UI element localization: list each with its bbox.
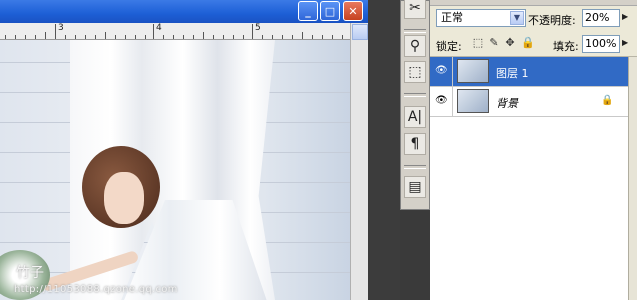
chevron-down-icon[interactable]: ▼ <box>510 11 524 25</box>
lock-transparent-icon[interactable]: ⬚ <box>472 37 484 49</box>
workspace-gap <box>368 0 400 300</box>
opacity-label: 不透明度: <box>528 14 576 27</box>
watermark-name: 竹子 <box>16 265 44 281</box>
layers-panel: 正常 ▼ 不透明度: 20% ▶ 锁定: ⬚ ✎ ✥ 🔒 填充: 100% ▶ … <box>430 0 637 300</box>
layer-name: 图层 1 <box>496 67 529 80</box>
scroll-up-button[interactable] <box>352 24 368 40</box>
eye-icon[interactable]: 👁 <box>435 96 448 106</box>
document-window: _ □ ✕ 3 4 5 竹子 http://11053088.qzone.qq.… <box>0 0 369 300</box>
document-titlebar[interactable]: _ □ ✕ <box>0 0 368 23</box>
lock-row: 锁定: ⬚ ✎ ✥ 🔒 填充: 100% ▶ <box>430 32 637 57</box>
lock-all-icon[interactable]: 🔒 <box>521 37 535 49</box>
layers-scrollbar[interactable] <box>628 57 637 300</box>
canvas-image[interactable]: 竹子 http://11053088.qzone.qq.com <box>0 40 350 300</box>
maximize-button[interactable]: □ <box>320 1 340 21</box>
lock-icon: 🔒 <box>601 95 614 106</box>
character-panel-icon[interactable]: A| <box>404 106 426 128</box>
minimize-button[interactable]: _ <box>298 1 318 21</box>
layer-row[interactable]: 👁 图层 1 <box>430 57 628 87</box>
layer-thumbnail <box>457 89 489 113</box>
ruler-number: 5 <box>255 23 261 33</box>
layer-name: 背景 <box>496 97 518 110</box>
layer-thumbnail <box>457 59 489 83</box>
fill-label: 填充: <box>553 40 579 53</box>
blend-mode-value: 正常 <box>441 11 463 24</box>
blend-mode-select[interactable]: 正常 ▼ <box>436 9 526 27</box>
vertical-scrollbar[interactable] <box>350 23 369 300</box>
fill-slider-arrow-icon[interactable]: ▶ <box>622 38 628 47</box>
lock-label: 锁定: <box>436 40 462 53</box>
clone-stamp-icon[interactable]: ⚲ <box>404 35 426 57</box>
horizontal-ruler: 3 4 5 <box>0 23 350 40</box>
eye-icon[interactable]: 👁 <box>435 66 448 76</box>
brush-tool-icon[interactable]: ✂ <box>404 0 426 19</box>
ruler-number: 3 <box>58 23 64 33</box>
paragraph-panel-icon[interactable]: ¶ <box>404 133 426 155</box>
fill-input[interactable]: 100% <box>582 35 620 53</box>
layer-comps-icon[interactable]: ▤ <box>404 176 426 198</box>
lock-position-icon[interactable]: ✥ <box>504 37 516 49</box>
bride-face <box>104 172 144 224</box>
blend-row: 正常 ▼ 不透明度: 20% ▶ <box>430 6 637 30</box>
opacity-slider-arrow-icon[interactable]: ▶ <box>622 12 628 21</box>
palette-well: ✂ ⚲ ⬚ A| ¶ ▤ <box>400 0 430 210</box>
ruler-number: 4 <box>156 23 162 33</box>
layer-list: 👁 图层 1 👁 背景 🔒 <box>430 57 628 300</box>
close-button[interactable]: ✕ <box>343 1 363 21</box>
lock-image-icon[interactable]: ✎ <box>488 37 500 49</box>
history-brush-icon[interactable]: ⬚ <box>404 61 426 83</box>
opacity-input[interactable]: 20% <box>582 9 620 27</box>
watermark-url: http://11053088.qzone.qq.com <box>14 284 178 295</box>
layer-row[interactable]: 👁 背景 🔒 <box>430 87 628 117</box>
